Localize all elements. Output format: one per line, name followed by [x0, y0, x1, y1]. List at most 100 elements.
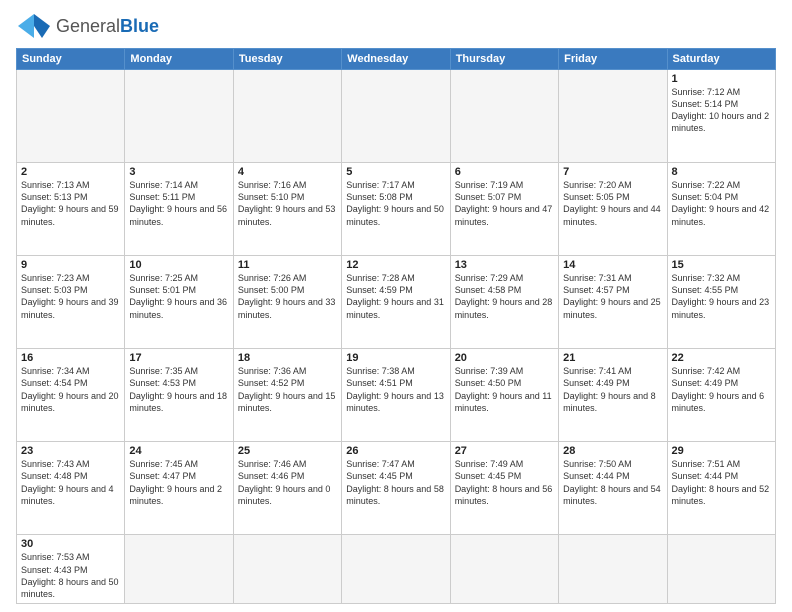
- calendar-cell: 21Sunrise: 7:41 AM Sunset: 4:49 PM Dayli…: [559, 349, 667, 442]
- calendar-cell: [125, 70, 233, 163]
- day-info: Sunrise: 7:14 AM Sunset: 5:11 PM Dayligh…: [129, 179, 228, 228]
- day-number: 30: [21, 538, 120, 550]
- calendar-cell: [450, 70, 558, 163]
- day-info: Sunrise: 7:32 AM Sunset: 4:55 PM Dayligh…: [672, 272, 771, 321]
- calendar-cell: 9Sunrise: 7:23 AM Sunset: 5:03 PM Daylig…: [17, 256, 125, 349]
- calendar-cell: 6Sunrise: 7:19 AM Sunset: 5:07 PM Daylig…: [450, 163, 558, 256]
- weekday-header-tuesday: Tuesday: [233, 49, 341, 70]
- day-info: Sunrise: 7:22 AM Sunset: 5:04 PM Dayligh…: [672, 179, 771, 228]
- day-number: 10: [129, 259, 228, 271]
- day-info: Sunrise: 7:34 AM Sunset: 4:54 PM Dayligh…: [21, 365, 120, 414]
- calendar-cell: [667, 535, 775, 604]
- day-number: 15: [672, 259, 771, 271]
- day-info: Sunrise: 7:13 AM Sunset: 5:13 PM Dayligh…: [21, 179, 120, 228]
- calendar-cell: 27Sunrise: 7:49 AM Sunset: 4:45 PM Dayli…: [450, 442, 558, 535]
- calendar-cell: 12Sunrise: 7:28 AM Sunset: 4:59 PM Dayli…: [342, 256, 450, 349]
- logo-icon: [16, 12, 52, 40]
- day-info: Sunrise: 7:38 AM Sunset: 4:51 PM Dayligh…: [346, 365, 445, 414]
- day-number: 23: [21, 445, 120, 457]
- week-row-2: 2Sunrise: 7:13 AM Sunset: 5:13 PM Daylig…: [17, 163, 776, 256]
- calendar-cell: 10Sunrise: 7:25 AM Sunset: 5:01 PM Dayli…: [125, 256, 233, 349]
- calendar-cell: 19Sunrise: 7:38 AM Sunset: 4:51 PM Dayli…: [342, 349, 450, 442]
- day-number: 8: [672, 166, 771, 178]
- day-number: 16: [21, 352, 120, 364]
- day-number: 7: [563, 166, 662, 178]
- day-info: Sunrise: 7:25 AM Sunset: 5:01 PM Dayligh…: [129, 272, 228, 321]
- day-info: Sunrise: 7:17 AM Sunset: 5:08 PM Dayligh…: [346, 179, 445, 228]
- week-row-4: 16Sunrise: 7:34 AM Sunset: 4:54 PM Dayli…: [17, 349, 776, 442]
- logo-text: GeneralBlue: [56, 16, 159, 37]
- day-number: 25: [238, 445, 337, 457]
- calendar-cell: [450, 535, 558, 604]
- calendar-cell: [342, 535, 450, 604]
- day-info: Sunrise: 7:49 AM Sunset: 4:45 PM Dayligh…: [455, 458, 554, 507]
- day-number: 22: [672, 352, 771, 364]
- week-row-5: 23Sunrise: 7:43 AM Sunset: 4:48 PM Dayli…: [17, 442, 776, 535]
- day-number: 28: [563, 445, 662, 457]
- day-info: Sunrise: 7:16 AM Sunset: 5:10 PM Dayligh…: [238, 179, 337, 228]
- calendar-cell: 25Sunrise: 7:46 AM Sunset: 4:46 PM Dayli…: [233, 442, 341, 535]
- calendar-cell: 16Sunrise: 7:34 AM Sunset: 4:54 PM Dayli…: [17, 349, 125, 442]
- day-number: 6: [455, 166, 554, 178]
- day-info: Sunrise: 7:12 AM Sunset: 5:14 PM Dayligh…: [672, 86, 771, 135]
- day-number: 9: [21, 259, 120, 271]
- calendar-cell: [125, 535, 233, 604]
- weekday-header-sunday: Sunday: [17, 49, 125, 70]
- calendar-cell: [559, 535, 667, 604]
- weekday-header-wednesday: Wednesday: [342, 49, 450, 70]
- day-info: Sunrise: 7:43 AM Sunset: 4:48 PM Dayligh…: [21, 458, 120, 507]
- week-row-3: 9Sunrise: 7:23 AM Sunset: 5:03 PM Daylig…: [17, 256, 776, 349]
- day-info: Sunrise: 7:41 AM Sunset: 4:49 PM Dayligh…: [563, 365, 662, 414]
- day-info: Sunrise: 7:23 AM Sunset: 5:03 PM Dayligh…: [21, 272, 120, 321]
- day-number: 21: [563, 352, 662, 364]
- day-number: 14: [563, 259, 662, 271]
- calendar-cell: 4Sunrise: 7:16 AM Sunset: 5:10 PM Daylig…: [233, 163, 341, 256]
- day-info: Sunrise: 7:26 AM Sunset: 5:00 PM Dayligh…: [238, 272, 337, 321]
- day-info: Sunrise: 7:20 AM Sunset: 5:05 PM Dayligh…: [563, 179, 662, 228]
- calendar-table: SundayMondayTuesdayWednesdayThursdayFrid…: [16, 48, 776, 604]
- weekday-header-monday: Monday: [125, 49, 233, 70]
- day-info: Sunrise: 7:35 AM Sunset: 4:53 PM Dayligh…: [129, 365, 228, 414]
- day-number: 2: [21, 166, 120, 178]
- logo: GeneralBlue: [16, 12, 159, 40]
- day-number: 20: [455, 352, 554, 364]
- weekday-header-row: SundayMondayTuesdayWednesdayThursdayFrid…: [17, 49, 776, 70]
- day-info: Sunrise: 7:36 AM Sunset: 4:52 PM Dayligh…: [238, 365, 337, 414]
- calendar-cell: [233, 535, 341, 604]
- header: GeneralBlue: [16, 12, 776, 40]
- day-info: Sunrise: 7:31 AM Sunset: 4:57 PM Dayligh…: [563, 272, 662, 321]
- weekday-header-thursday: Thursday: [450, 49, 558, 70]
- day-info: Sunrise: 7:47 AM Sunset: 4:45 PM Dayligh…: [346, 458, 445, 507]
- day-number: 26: [346, 445, 445, 457]
- calendar-cell: 30Sunrise: 7:53 AM Sunset: 4:43 PM Dayli…: [17, 535, 125, 604]
- day-number: 12: [346, 259, 445, 271]
- day-info: Sunrise: 7:53 AM Sunset: 4:43 PM Dayligh…: [21, 551, 120, 600]
- weekday-header-saturday: Saturday: [667, 49, 775, 70]
- day-info: Sunrise: 7:29 AM Sunset: 4:58 PM Dayligh…: [455, 272, 554, 321]
- calendar-cell: [342, 70, 450, 163]
- weekday-header-friday: Friday: [559, 49, 667, 70]
- calendar-cell: 18Sunrise: 7:36 AM Sunset: 4:52 PM Dayli…: [233, 349, 341, 442]
- calendar-cell: 29Sunrise: 7:51 AM Sunset: 4:44 PM Dayli…: [667, 442, 775, 535]
- calendar-cell: 14Sunrise: 7:31 AM Sunset: 4:57 PM Dayli…: [559, 256, 667, 349]
- calendar-cell: 13Sunrise: 7:29 AM Sunset: 4:58 PM Dayli…: [450, 256, 558, 349]
- calendar-cell: 17Sunrise: 7:35 AM Sunset: 4:53 PM Dayli…: [125, 349, 233, 442]
- day-number: 4: [238, 166, 337, 178]
- calendar-cell: 5Sunrise: 7:17 AM Sunset: 5:08 PM Daylig…: [342, 163, 450, 256]
- day-info: Sunrise: 7:28 AM Sunset: 4:59 PM Dayligh…: [346, 272, 445, 321]
- calendar-cell: 7Sunrise: 7:20 AM Sunset: 5:05 PM Daylig…: [559, 163, 667, 256]
- calendar-cell: 22Sunrise: 7:42 AM Sunset: 4:49 PM Dayli…: [667, 349, 775, 442]
- calendar-cell: 2Sunrise: 7:13 AM Sunset: 5:13 PM Daylig…: [17, 163, 125, 256]
- day-info: Sunrise: 7:45 AM Sunset: 4:47 PM Dayligh…: [129, 458, 228, 507]
- calendar-cell: 8Sunrise: 7:22 AM Sunset: 5:04 PM Daylig…: [667, 163, 775, 256]
- day-number: 24: [129, 445, 228, 457]
- calendar-cell: [17, 70, 125, 163]
- page: GeneralBlue SundayMondayTuesdayWednesday…: [0, 0, 792, 612]
- calendar-cell: 23Sunrise: 7:43 AM Sunset: 4:48 PM Dayli…: [17, 442, 125, 535]
- day-number: 5: [346, 166, 445, 178]
- calendar-cell: [233, 70, 341, 163]
- calendar-cell: 20Sunrise: 7:39 AM Sunset: 4:50 PM Dayli…: [450, 349, 558, 442]
- week-row-6: 30Sunrise: 7:53 AM Sunset: 4:43 PM Dayli…: [17, 535, 776, 604]
- day-number: 13: [455, 259, 554, 271]
- calendar-cell: 28Sunrise: 7:50 AM Sunset: 4:44 PM Dayli…: [559, 442, 667, 535]
